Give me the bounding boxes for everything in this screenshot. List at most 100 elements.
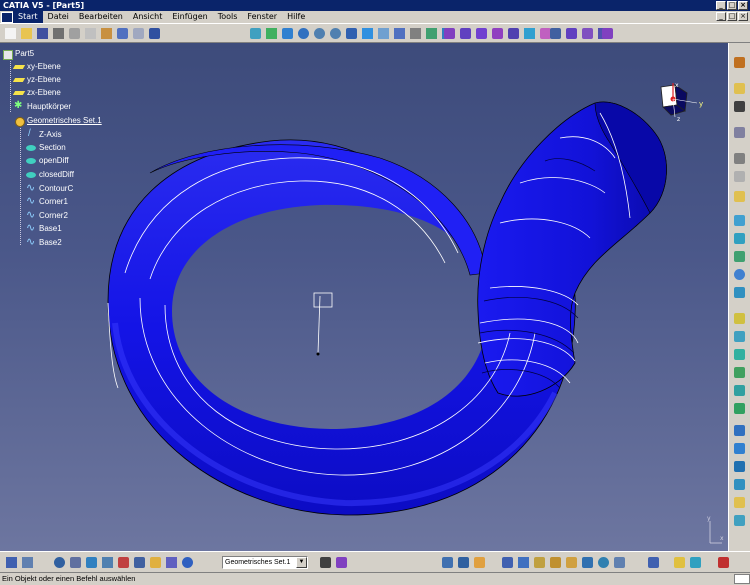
paste-icon[interactable] [99, 26, 114, 41]
trim-icon[interactable] [580, 26, 595, 41]
tree-item-closed-diff[interactable]: closedDiff [26, 168, 74, 181]
grid-icon[interactable] [500, 555, 515, 570]
rotate-icon[interactable] [296, 26, 311, 41]
menu-start[interactable]: Start [13, 11, 43, 23]
copy-icon[interactable] [83, 26, 98, 41]
analysis-icon[interactable] [732, 423, 747, 438]
tree-item-base2[interactable]: Base2 [26, 235, 62, 249]
compass-icon[interactable]: y x z [655, 81, 715, 131]
print-icon[interactable] [51, 26, 66, 41]
hide-show-icon[interactable] [408, 26, 423, 41]
scan-icon[interactable] [52, 555, 67, 570]
zoom-out-icon[interactable] [328, 26, 343, 41]
close-button[interactable]: × [738, 1, 748, 10]
menu-datei[interactable]: Datei [43, 11, 74, 23]
minimize-button[interactable]: _ [716, 1, 726, 10]
tree-item-base1[interactable]: Base1 [26, 221, 62, 235]
extrude-icon[interactable] [442, 26, 457, 41]
parallel-curve-icon[interactable] [732, 401, 747, 416]
doc-close-button[interactable]: × [738, 12, 748, 21]
multi-view-icon[interactable] [360, 26, 375, 41]
select-icon[interactable] [732, 81, 747, 96]
warning-icon[interactable] [672, 555, 687, 570]
corner-icon[interactable] [732, 285, 747, 300]
catalog-icon[interactable] [532, 555, 547, 570]
lock-icon[interactable] [472, 555, 487, 570]
menu-tools[interactable]: Tools [213, 11, 243, 23]
tree-item-z-axis[interactable]: Z-Axis [26, 128, 62, 141]
zoom-in-icon[interactable] [312, 26, 327, 41]
new-icon[interactable] [3, 26, 18, 41]
sketch-icon[interactable] [732, 99, 747, 114]
split-icon[interactable] [564, 26, 579, 41]
connect-checker-icon[interactable] [732, 441, 747, 456]
pan-icon[interactable] [280, 26, 295, 41]
cut-icon[interactable] [67, 26, 82, 41]
table-icon[interactable] [100, 555, 115, 570]
spiral-icon[interactable] [732, 249, 747, 264]
helix-icon[interactable] [732, 329, 747, 344]
law-icon[interactable] [732, 495, 747, 510]
chevron-down-icon[interactable]: ▼ [296, 557, 307, 568]
spline-icon[interactable] [732, 311, 747, 326]
workbench-icon[interactable] [732, 55, 747, 70]
workpart-icon[interactable] [334, 555, 349, 570]
curvature-icon[interactable] [732, 459, 747, 474]
sweep-icon[interactable] [474, 26, 489, 41]
plane-tool-icon[interactable] [732, 169, 747, 184]
tree-item-open-diff[interactable]: openDiff [26, 154, 69, 167]
undo-icon[interactable] [115, 26, 130, 41]
fill-icon[interactable] [490, 26, 505, 41]
tree-expand-icon[interactable] [132, 555, 147, 570]
tree-item-yz-plane[interactable]: yz-Ebene [14, 73, 61, 86]
combine-icon[interactable] [732, 365, 747, 380]
fit-all-icon[interactable] [264, 26, 279, 41]
layer-icon[interactable] [164, 555, 179, 570]
info-icon[interactable] [688, 555, 703, 570]
circle-icon[interactable] [732, 267, 747, 282]
menu-ansicht[interactable]: Ansicht [128, 11, 168, 23]
menu-fenster[interactable]: Fenster [242, 11, 282, 23]
swap-space-icon[interactable] [424, 26, 439, 41]
tree-item-section[interactable]: Section [26, 141, 66, 154]
3d-viewport[interactable]: Part5 xy-Ebene yz-Ebene zx-Ebene Hauptkö… [0, 43, 728, 551]
insert-body-icon[interactable] [4, 555, 19, 570]
open-icon[interactable] [19, 26, 34, 41]
filter-icon[interactable] [612, 555, 627, 570]
knowledge-icon[interactable] [84, 555, 99, 570]
tree-item-part5[interactable]: Part5 [2, 47, 34, 60]
whats-this-icon[interactable] [147, 26, 162, 41]
search-icon[interactable] [596, 555, 611, 570]
fly-mode-icon[interactable] [248, 26, 263, 41]
tree-item-corner1[interactable]: Corner1 [26, 194, 68, 208]
reflect-icon[interactable] [732, 383, 747, 398]
set-icon[interactable] [180, 555, 195, 570]
maximize-button[interactable]: □ [727, 1, 737, 10]
repetition-icon[interactable] [732, 513, 747, 528]
save-icon[interactable] [35, 26, 50, 41]
shading-icon[interactable] [392, 26, 407, 41]
material-icon[interactable] [564, 555, 579, 570]
projection-icon[interactable] [732, 189, 747, 204]
library-icon[interactable] [548, 555, 563, 570]
measure-icon[interactable] [20, 555, 35, 570]
formula-icon[interactable] [68, 555, 83, 570]
sketcher-icon[interactable] [148, 555, 163, 570]
tree-item-geometric-set[interactable]: Geometrisches Set.1 [14, 114, 102, 127]
normal-view-icon[interactable] [344, 26, 359, 41]
power-input-field[interactable] [734, 574, 750, 584]
parameter-icon[interactable] [318, 555, 333, 570]
apply-material-icon[interactable] [646, 555, 661, 570]
current-set-dropdown[interactable]: Geometrisches Set.1 ▼ [222, 556, 308, 569]
revolve-icon[interactable] [458, 26, 473, 41]
manual-update-icon[interactable] [456, 555, 471, 570]
menu-einfuegen[interactable]: Einfügen [167, 11, 212, 23]
offset-curve-icon[interactable] [732, 231, 747, 246]
join-icon[interactable] [548, 26, 563, 41]
menu-hilfe[interactable]: Hilfe [282, 11, 310, 23]
menu-bearbeiten[interactable]: Bearbeiten [74, 11, 128, 23]
render-icon[interactable] [580, 555, 595, 570]
spiral-casing-geometry[interactable] [0, 43, 728, 551]
doc-minimize-button[interactable]: _ [716, 12, 726, 21]
tree-item-xy-plane[interactable]: xy-Ebene [14, 60, 61, 73]
